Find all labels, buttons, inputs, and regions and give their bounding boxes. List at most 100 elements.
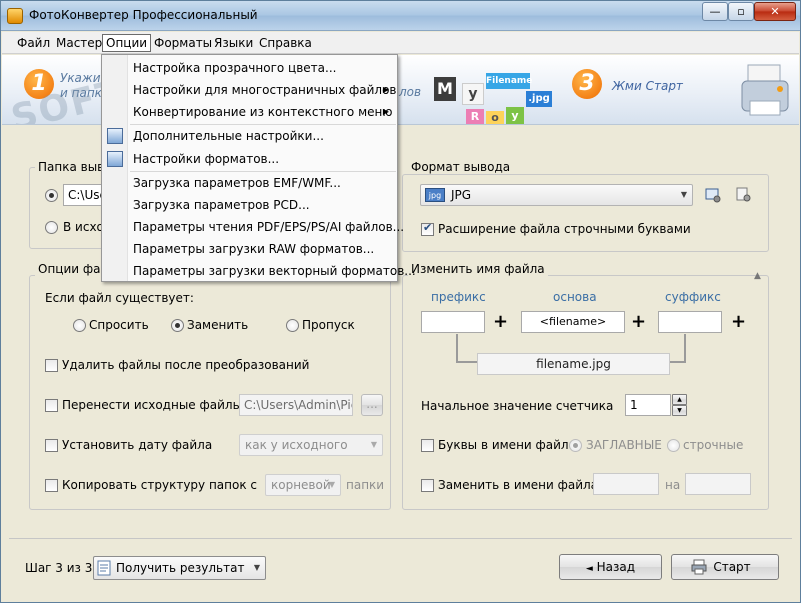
step-2-text: лов (399, 85, 422, 99)
menu-item-label: Настройки форматов... (133, 152, 280, 166)
if-exists-skip-label: Пропуск (302, 318, 355, 332)
add-prefix-icon[interactable]: + (493, 313, 508, 331)
if-exists-ask-radio[interactable] (73, 319, 86, 332)
menu-gutter (102, 55, 128, 281)
counter-up-button[interactable]: ▲ (672, 394, 687, 405)
set-date-checkbox[interactable] (45, 439, 58, 452)
menu-item-label: Параметры чтения PDF/EPS/PS/AI файлов... (133, 220, 405, 234)
menu-help[interactable]: Справка (256, 34, 315, 52)
counter-label: Начальное значение счетчика (421, 399, 614, 413)
back-button-label: Назад (596, 560, 636, 574)
letters-lower-radio[interactable] (667, 439, 680, 452)
output-format-select[interactable]: JPG (420, 184, 693, 206)
letters-upper-label: ЗАГЛАВНЫЕ (586, 438, 662, 452)
menu-item-pdf-eps[interactable]: Параметры чтения PDF/EPS/PS/AI файлов... (129, 216, 404, 238)
collapse-arrow-icon[interactable]: ▲ (754, 271, 761, 281)
if-exists-ask-label: Спросить (89, 318, 149, 332)
close-button[interactable]: ✕ (754, 2, 796, 21)
format-options-icon[interactable] (736, 187, 752, 203)
letters-label: Буквы в имени файла: (438, 438, 581, 452)
browse-button[interactable]: ... (361, 394, 383, 416)
copy-structure-select[interactable]: корневой (265, 474, 341, 496)
add-base-icon[interactable]: + (631, 313, 646, 331)
copy-structure-checkbox[interactable] (45, 479, 58, 492)
banner-tile: y (506, 107, 524, 124)
menu-item-pcd[interactable]: Загрузка параметров PCD... (129, 194, 397, 216)
rename-prefix-label: префикс (431, 290, 486, 304)
rename-suffix-input[interactable] (658, 311, 722, 333)
copy-structure-suffix: папки (346, 478, 385, 492)
letters-upper-radio[interactable] (569, 439, 582, 452)
menu-file[interactable]: Файл (14, 34, 53, 52)
minimize-button[interactable]: — (702, 2, 728, 21)
format-settings-icon (107, 151, 123, 167)
lowercase-ext-checkbox[interactable] (421, 221, 434, 236)
submenu-arrow-icon: ▶ (382, 85, 389, 94)
delete-after-label: Удалить файлы после преобразований (62, 358, 310, 372)
rename-preview: filename.jpg (477, 353, 670, 375)
start-button[interactable]: Старт (671, 554, 779, 580)
menu-item-multipage[interactable]: Настройки для многостраничных файлов ▶ (129, 79, 397, 101)
menu-formats[interactable]: Форматы (151, 34, 215, 52)
rename-base-input[interactable]: <filename> (521, 311, 625, 333)
move-path-input[interactable]: C:\Users\Admin\Pic (239, 394, 353, 416)
set-date-select[interactable]: как у исходного (239, 434, 383, 456)
delete-after-checkbox[interactable] (45, 359, 58, 372)
menu-item-vector[interactable]: Параметры загрузки векторный форматов... (129, 260, 416, 282)
rename-prefix-input[interactable] (421, 311, 485, 333)
output-folder-radio-path[interactable] (45, 189, 58, 202)
copy-structure-label: Копировать структуру папок с (62, 478, 257, 492)
menu-item-raw[interactable]: Параметры загрузки RAW форматов... (129, 238, 397, 260)
menu-item-label: Загрузка параметров PCD... (133, 198, 310, 212)
back-arrow-icon: ◄ (585, 564, 593, 574)
menu-options[interactable]: Опции (102, 34, 152, 52)
menu-item-label: Параметры загрузки RAW форматов... (133, 242, 375, 256)
if-exists-replace-radio[interactable] (171, 319, 184, 332)
menu-item-advanced-settings[interactable]: Дополнительные настройки... (129, 125, 397, 147)
menu-item-emf-wmf[interactable]: Загрузка параметров EMF/WMF... (129, 172, 397, 194)
app-window: ФотоКонвертер Профессиональный — ▫ ✕ Фай… (0, 0, 801, 603)
move-sources-checkbox[interactable] (45, 399, 58, 412)
letters-checkbox[interactable] (421, 439, 434, 452)
letters-lower-label: строчные (683, 438, 744, 452)
counter-down-button[interactable]: ▼ (672, 405, 687, 416)
counter-input[interactable]: 1 (625, 394, 671, 416)
rename-base-label: основа (553, 290, 597, 304)
replace-label: Заменить в имени файла (438, 478, 599, 492)
replace-from-input[interactable] (593, 473, 659, 495)
menu-item-transparent-color[interactable]: Настройка прозрачного цвета... (129, 57, 397, 79)
advanced-settings-icon (107, 128, 123, 144)
menu-item-format-settings[interactable]: Настройки форматов... (129, 148, 397, 170)
replace-to-input[interactable] (685, 473, 751, 495)
options-menu-dropdown: Настройка прозрачного цвета... Настройки… (101, 54, 416, 282)
maximize-button[interactable]: ▫ (728, 2, 754, 21)
window-title: ФотоКонвертер Профессиональный (29, 8, 258, 22)
if-exists-skip-radio[interactable] (286, 319, 299, 332)
banner-tile: R (466, 109, 484, 124)
file-options-title: Опции фай (35, 262, 112, 276)
step-select[interactable]: Получить результат (93, 556, 266, 580)
app-icon (7, 8, 23, 24)
menu-item-label: Конвертирование из контекстного меню (133, 105, 393, 119)
set-date-label: Установить дату файла (62, 438, 213, 452)
menu-item-context-menu[interactable]: Конвертирование из контекстного меню ▶ (129, 101, 397, 123)
menu-wizard[interactable]: Мастер (53, 34, 105, 52)
output-folder-radio-source[interactable] (45, 221, 58, 234)
menu-languages[interactable]: Языки (211, 34, 256, 52)
back-button[interactable]: ◄ Назад (559, 554, 662, 580)
banner-tile: o (486, 111, 504, 124)
banner-tile: M (434, 77, 456, 101)
jpg-format-icon: jpg (425, 188, 445, 202)
step-3-text: Жми Старт (612, 79, 683, 93)
footer-divider (9, 538, 792, 539)
step-3-badge[interactable]: 3 (572, 69, 602, 99)
add-suffix-icon[interactable]: + (731, 313, 746, 331)
format-settings-icon[interactable] (705, 187, 721, 203)
move-sources-label: Перенести исходные файлы (62, 398, 243, 412)
menu-item-label: Настройки для многостраничных файлов (133, 83, 397, 97)
menu-item-label: Загрузка параметров EMF/WMF... (133, 176, 341, 190)
menu-bar: Файл Мастер Опции Форматы Языки Справка (2, 32, 799, 54)
printer-icon (741, 64, 789, 116)
if-exists-label: Если файл существует: (45, 291, 194, 305)
replace-checkbox[interactable] (421, 479, 434, 492)
